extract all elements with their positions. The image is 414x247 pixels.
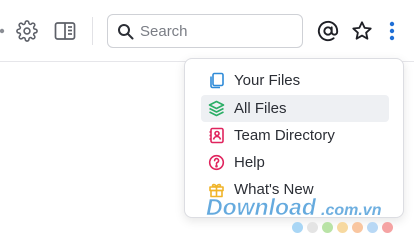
menu-item-team-directory[interactable]: Team Directory: [201, 122, 389, 149]
watermark-dot: [292, 222, 303, 233]
watermark-dot: [322, 222, 333, 233]
search-input[interactable]: [140, 22, 290, 40]
svg-text:Download: Download: [206, 194, 317, 220]
watermark-dot: [337, 222, 348, 233]
settings-icon[interactable]: [16, 20, 38, 42]
watermark-dot: [367, 222, 378, 233]
partial-icon: [0, 20, 10, 42]
menu-item-your-files[interactable]: Your Files: [201, 67, 389, 94]
menu-item-help[interactable]: Help: [201, 149, 389, 176]
menu-item-label: Team Directory: [234, 127, 335, 144]
layers-icon: [207, 100, 225, 118]
watermark-dots: [292, 222, 393, 233]
panel-toggle-icon[interactable]: [54, 20, 76, 42]
menu-item-label: Help: [234, 154, 265, 171]
top-toolbar: [0, 0, 414, 62]
search-box[interactable]: [107, 14, 303, 48]
watermark-logo: Download .com.vn: [200, 193, 414, 223]
star-icon[interactable]: [351, 20, 373, 42]
menu-item-all-files[interactable]: All Files: [201, 95, 389, 122]
mention-icon[interactable]: [317, 20, 339, 42]
files-icon: [207, 72, 225, 90]
toolbar-divider: [92, 17, 93, 45]
menu-item-label: Your Files: [234, 72, 301, 89]
watermark-dot: [352, 222, 363, 233]
help-icon: [207, 154, 225, 172]
directory-icon: [207, 127, 225, 145]
search-icon: [116, 22, 134, 40]
svg-text:.com.vn: .com.vn: [321, 202, 382, 219]
watermark-dot: [307, 222, 318, 233]
menu-item-label: All Files: [234, 100, 287, 117]
more-options-icon[interactable]: [384, 20, 400, 42]
watermark-dot: [382, 222, 393, 233]
